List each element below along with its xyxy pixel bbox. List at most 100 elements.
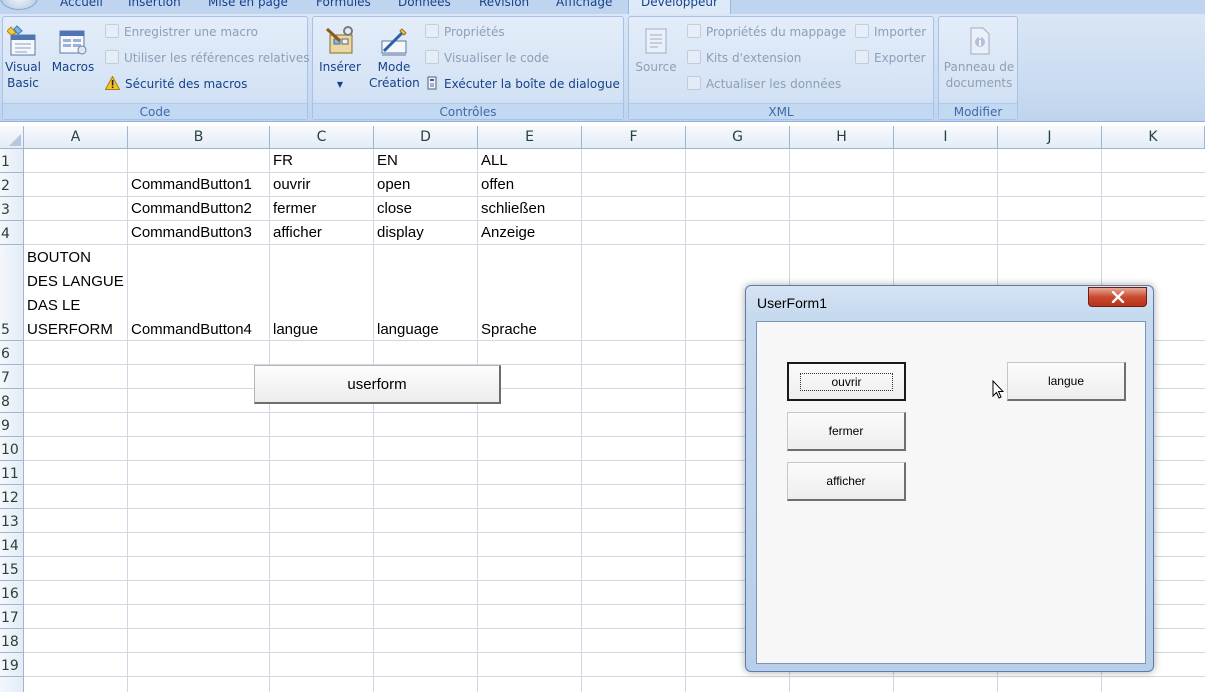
row-header-7[interactable]: 7 [0, 365, 24, 389]
column-header-h[interactable]: H [790, 126, 894, 149]
row-header-17[interactable]: 17 [0, 605, 24, 629]
row-header-6[interactable]: 6 [0, 341, 24, 365]
cell-a5-line-1[interactable]: BOUTON [24, 246, 91, 270]
design-mode-icon [378, 25, 410, 57]
design-mode-button[interactable]: Mode Création [369, 25, 420, 91]
fermer-button[interactable]: fermer [787, 412, 906, 451]
visual-basic-icon [6, 25, 39, 57]
document-panel-button[interactable]: Panneau de documents [941, 25, 1017, 91]
ouvrir-button[interactable]: ouvrir [787, 362, 906, 401]
record-macro-button[interactable]: Enregistrer une macro [105, 23, 258, 41]
cell-c5[interactable]: langue [270, 318, 318, 342]
cell-e1[interactable]: ALL [478, 149, 508, 173]
cell-e2[interactable]: offen [478, 173, 514, 197]
grid-line [24, 676, 1205, 677]
record-macro-label: Enregistrer une macro [124, 25, 259, 39]
tab-developpeur[interactable]: Développeur [628, 0, 731, 14]
cell-d4[interactable]: display [374, 221, 424, 245]
cell-b3[interactable]: CommandButton2 [128, 197, 252, 221]
tab-donnees[interactable]: Données [398, 0, 451, 9]
row-header-12[interactable]: 12 [0, 485, 24, 509]
export-button[interactable]: Exporter [855, 49, 926, 67]
afficher-button[interactable]: afficher [787, 462, 906, 501]
cell-e3[interactable]: schließen [478, 197, 545, 221]
office-button[interactable] [0, 0, 38, 10]
column-header-a[interactable]: A [24, 126, 128, 149]
column-header-f[interactable]: F [582, 126, 686, 149]
excel-window: { "ribbon": { "tabs": ["Accueil", "Inser… [0, 0, 1205, 692]
cell-d1[interactable]: EN [374, 149, 398, 173]
refresh-data-button[interactable]: Actualiser les données [687, 75, 841, 93]
row-header-3[interactable]: 3 [0, 197, 24, 221]
cell-d5[interactable]: language [374, 318, 439, 342]
cell-a5-line-2[interactable]: DES LANGUE [24, 270, 124, 294]
cell-b2[interactable]: CommandButton1 [128, 173, 252, 197]
row-header-9[interactable]: 9 [0, 413, 24, 437]
macros-button[interactable]: Macros [49, 25, 97, 75]
tab-mise-en-page[interactable]: Mise en page [208, 0, 288, 9]
xml-source-label: Source [635, 60, 677, 74]
cell-c2[interactable]: ouvrir [270, 173, 311, 197]
cell-c1[interactable]: FR [270, 149, 293, 173]
row-header-11[interactable]: 11 [0, 461, 24, 485]
row-header-13[interactable]: 13 [0, 509, 24, 533]
column-header-k[interactable]: K [1102, 126, 1205, 149]
visual-basic-button[interactable]: Visual Basic [3, 25, 43, 91]
row-header-19[interactable]: 19 [0, 653, 24, 677]
row-header-8[interactable]: 8 [0, 389, 24, 413]
row-header-5[interactable]: 5 [0, 245, 24, 341]
column-header-g[interactable]: G [686, 126, 790, 149]
cell-c3[interactable]: fermer [270, 197, 316, 221]
expansion-packs-button[interactable]: Kits d'extension [687, 49, 801, 67]
import-icon [855, 24, 869, 38]
xml-source-button[interactable]: Source [631, 25, 681, 75]
tab-accueil[interactable]: Accueil [60, 0, 103, 9]
cell-d2[interactable]: open [374, 173, 410, 197]
row-header-10[interactable]: 10 [0, 437, 24, 461]
tab-formules[interactable]: Formules [316, 0, 371, 9]
userform-launch-button[interactable]: userform [254, 365, 501, 404]
column-header-b[interactable]: B [128, 126, 270, 149]
row-header-16[interactable]: 16 [0, 581, 24, 605]
row-header-2[interactable]: 2 [0, 173, 24, 197]
cell-b4[interactable]: CommandButton3 [128, 221, 252, 245]
column-header-e[interactable]: E [478, 126, 582, 149]
column-header-c[interactable]: C [270, 126, 374, 149]
visual-basic-label-2: Basic [7, 76, 39, 90]
properties-button[interactable]: Propriétés [425, 23, 505, 41]
mouse-cursor-icon [992, 379, 1005, 403]
langue-button[interactable]: langue [1007, 362, 1126, 401]
cell-b5[interactable]: CommandButton4 [128, 318, 252, 342]
row-header-1[interactable]: 1 [0, 149, 24, 173]
tab-affichage[interactable]: Affichage [556, 0, 612, 9]
run-dialog-button[interactable]: Exécuter la boîte de dialogue [425, 75, 620, 93]
cell-c4[interactable]: afficher [270, 221, 322, 245]
close-button[interactable] [1088, 287, 1147, 307]
row-header-14[interactable]: 14 [0, 533, 24, 557]
tab-insertion[interactable]: Insertion [128, 0, 181, 9]
cell-e5[interactable]: Sprache [478, 318, 537, 342]
row-header-20[interactable] [0, 677, 24, 692]
cell-a5-line-4[interactable]: USERFORM [24, 318, 113, 342]
cell-a5-line-3[interactable]: DAS LE [24, 294, 80, 318]
map-properties-button[interactable]: Propriétés du mappage [687, 23, 846, 41]
cell-d3[interactable]: close [374, 197, 412, 221]
tab-revision[interactable]: Révision [479, 0, 529, 9]
row-header-4[interactable]: 4 [0, 221, 24, 245]
column-header-i[interactable]: I [894, 126, 998, 149]
row-header-15[interactable]: 15 [0, 557, 24, 581]
langue-label: langue [1047, 374, 1085, 388]
insert-control-button[interactable]: Insérer ▼ [315, 25, 365, 93]
relative-refs-button[interactable]: Utiliser les références relatives [105, 49, 310, 67]
relative-refs-icon [105, 50, 119, 64]
macros-icon [57, 25, 89, 57]
column-header-d[interactable]: D [374, 126, 478, 149]
column-header-j[interactable]: J [998, 126, 1102, 149]
cell-e4[interactable]: Anzeige [478, 221, 535, 245]
view-code-button[interactable]: Visualiser le code [425, 49, 549, 67]
import-button[interactable]: Importer [855, 23, 926, 41]
macro-security-button[interactable]: Sécurité des macros [104, 75, 247, 93]
chevron-down-icon: ▼ [336, 80, 344, 89]
row-header-18[interactable]: 18 [0, 629, 24, 653]
select-all-button[interactable] [0, 126, 24, 149]
